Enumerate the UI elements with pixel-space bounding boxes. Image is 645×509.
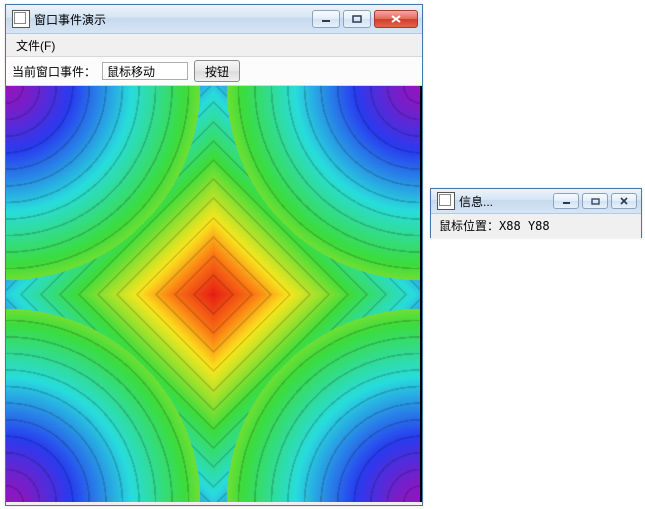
maximize-button[interactable] — [343, 10, 371, 28]
info-titlebar[interactable]: 信息... — [431, 189, 641, 214]
event-input[interactable] — [102, 62, 188, 80]
close-button[interactable] — [374, 10, 418, 28]
action-button[interactable]: 按钮 — [194, 60, 240, 82]
minimize-icon — [321, 15, 331, 23]
event-label: 当前窗口事件： — [12, 63, 96, 80]
info-body: 鼠标位置：X88 Y88 — [431, 214, 641, 238]
mouse-pos-x: X88 — [499, 219, 521, 233]
menu-file[interactable]: 文件(F) — [10, 35, 61, 56]
pattern-canvas-area — [6, 86, 422, 502]
toolbar: 当前窗口事件： 按钮 — [6, 57, 422, 86]
main-window: 窗口事件演示 文件(F) 当前窗口事件： 按钮 — [5, 4, 423, 506]
maximize-button[interactable] — [582, 193, 608, 209]
maximize-icon — [352, 15, 362, 23]
menubar: 文件(F) — [6, 34, 422, 57]
app-icon — [12, 10, 30, 28]
window-buttons — [553, 193, 641, 209]
mouse-pos-y: Y88 — [528, 219, 550, 233]
minimize-button[interactable] — [553, 193, 579, 209]
info-window: 信息... 鼠标位置：X88 Y88 — [430, 188, 642, 238]
maximize-icon — [591, 198, 600, 205]
minimize-button[interactable] — [312, 10, 340, 28]
minimize-icon — [562, 198, 571, 205]
window-buttons — [312, 10, 422, 28]
info-window-title: 信息... — [459, 193, 553, 210]
close-button[interactable] — [611, 193, 637, 209]
main-window-title: 窗口事件演示 — [34, 11, 312, 28]
close-icon — [619, 197, 629, 205]
pattern-canvas[interactable] — [6, 86, 420, 502]
app-icon — [437, 192, 455, 210]
main-titlebar[interactable]: 窗口事件演示 — [6, 5, 422, 34]
mouse-pos-label: 鼠标位置： — [439, 219, 499, 233]
close-icon — [390, 14, 402, 24]
